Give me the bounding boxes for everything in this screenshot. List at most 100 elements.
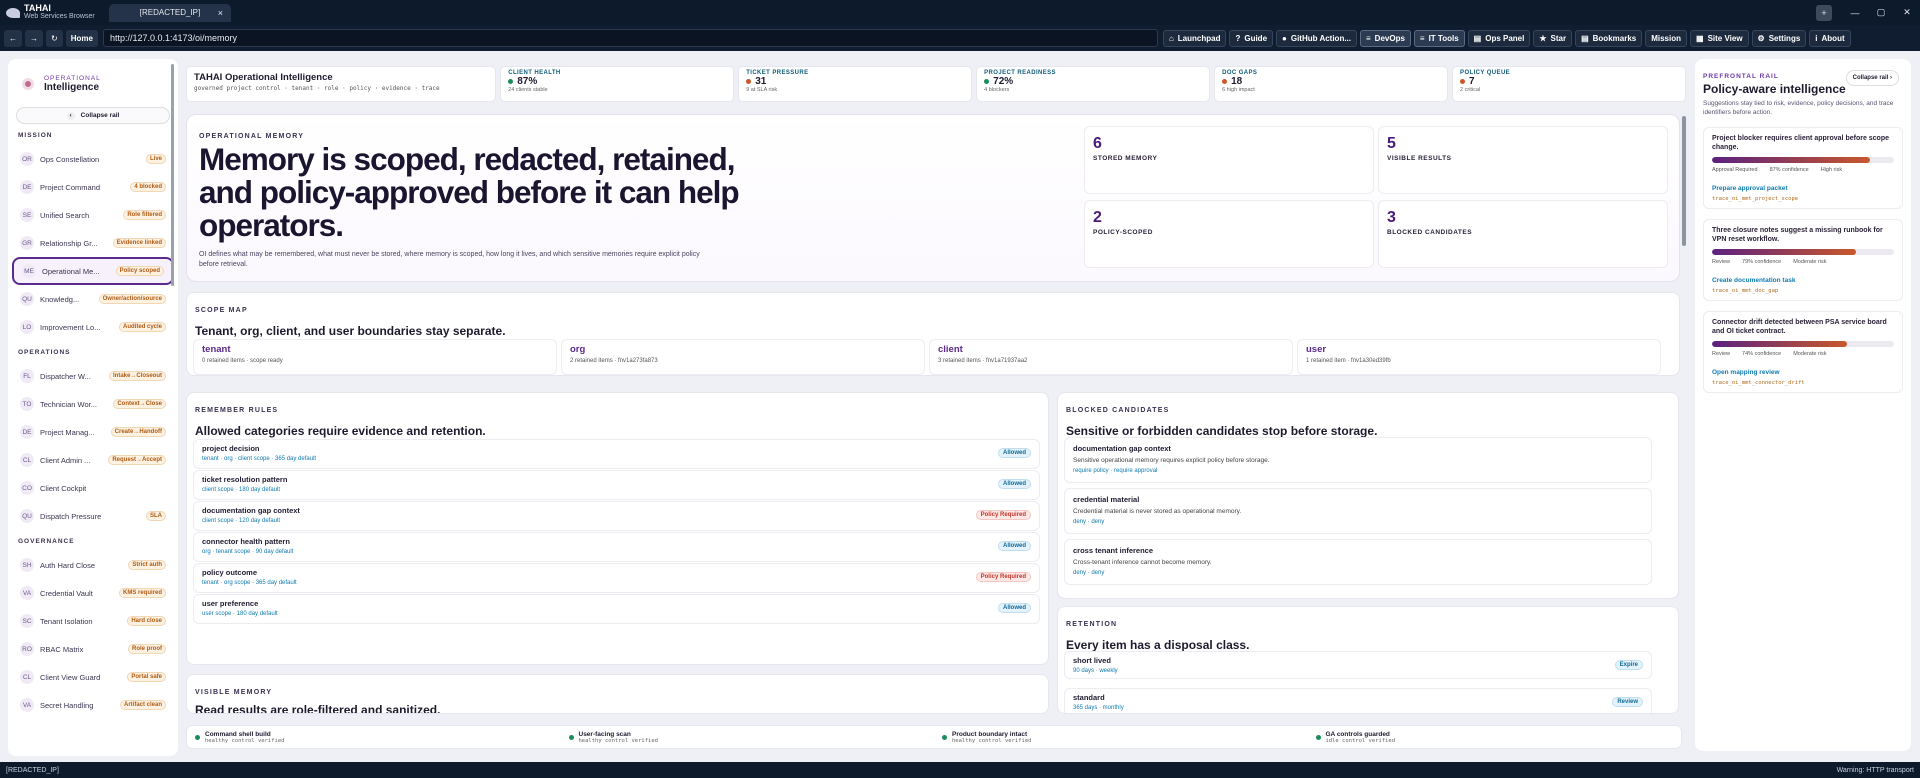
toolbar-label: IT Tools [1428, 33, 1459, 43]
sidebar-item-badge: KMS required [118, 588, 166, 598]
sidebar-item[interactable]: CL Client View Guard Portal safe [12, 663, 174, 691]
sidebar-section-title: MISSION [18, 132, 53, 139]
sidebar-item-icon: RO [20, 642, 34, 656]
toolbar-button-launchpad[interactable]: ⌂ Launchpad [1162, 29, 1227, 47]
sidebar-item[interactable]: VA Credential Vault KMS required [12, 579, 174, 607]
suggestion-title: Connector drift detected between PSA ser… [1712, 319, 1887, 335]
toolbar-button-github-action-[interactable]: ● GitHub Action... [1276, 29, 1357, 47]
rule-row[interactable]: project decision tenant · org · client sc… [193, 439, 1040, 469]
retention-row[interactable]: short lived 90 days · weekly Expire [1064, 651, 1652, 679]
toolbar-icon: ? [1235, 33, 1241, 43]
forward-button[interactable]: → [25, 29, 43, 47]
rule-row[interactable]: ticket resolution pattern client scope · … [193, 470, 1040, 500]
retention-row[interactable]: standard 365 days · monthly Review [1064, 688, 1652, 713]
rule-name: policy outcome [202, 568, 258, 577]
control-name: GA controls guarded [1325, 730, 1390, 738]
sidebar-item[interactable]: RO RBAC Matrix Role proof [12, 635, 174, 663]
retention-name: short lived [1073, 656, 1111, 665]
sidebar-item[interactable]: CO Client Cockpit [12, 474, 174, 502]
suggestion-action-link[interactable]: Create documentation task [1712, 277, 1894, 284]
sidebar-item-icon: TO [20, 397, 34, 411]
toolbar-button-site-view[interactable]: ▦ Site View [1690, 29, 1749, 47]
sidebar-item[interactable]: SC Tenant Isolation Hard close [12, 607, 174, 635]
sidebar-item-badge: Evidence linked [112, 238, 166, 248]
toolbar-icon: ★ [1539, 33, 1547, 43]
sidebar-item-label: Unified Search [40, 210, 90, 220]
browser-tab[interactable]: [REDACTED_IP] × [109, 3, 231, 22]
sidebar-item[interactable]: DE Project Manag... Create→Handoff [12, 418, 174, 446]
sidebar-item[interactable]: FL Dispatcher W... Intake→Closeout [12, 362, 174, 390]
toolbar-label: GitHub Action... [1290, 33, 1351, 43]
sidebar-item[interactable]: ME Operational Me... Policy scoped [12, 257, 174, 285]
toolbar-label: DevOps [1374, 33, 1405, 43]
new-tab-button[interactable]: + [1816, 4, 1832, 21]
toolbar-button-guide[interactable]: ? Guide [1229, 29, 1274, 47]
close-window-button[interactable]: ✕ [1894, 7, 1920, 18]
sidebar-item-badge: Portal safe [127, 672, 166, 682]
sidebar-item[interactable]: CL Client Admin ... Request→Accept [12, 446, 174, 474]
rule-name: ticket resolution pattern [202, 475, 288, 484]
kpi-card: PROJECT READINESS 72% 4 blockers [976, 66, 1211, 102]
sidebar-item[interactable]: DE Project Command 4 blocked [12, 173, 174, 201]
sidebar-item-icon: ME [22, 264, 36, 278]
blocked-candidate[interactable]: documentation gap context Sensitive opera… [1064, 437, 1652, 483]
main-scrollbar[interactable] [1682, 116, 1686, 246]
rule-row[interactable]: user preference user scope · 180 day defa… [193, 594, 1040, 624]
scope-cell-tenant[interactable]: tenant 0 retained items · scope ready [193, 339, 557, 375]
scope-cell-client[interactable]: client 3 retained items · fnv1a71937aa2 [929, 339, 1293, 375]
collapse-rail-label: Collapse rail [80, 112, 120, 119]
minimize-button[interactable]: — [1842, 8, 1868, 18]
blocked-candidate[interactable]: credential material Credential material i… [1064, 488, 1652, 534]
toolbar-icon: ● [1282, 33, 1287, 43]
sidebar-item-label: Knowledg... [40, 294, 80, 304]
kpi-subtitle: governed project control · tenant · role… [194, 85, 440, 92]
toolbar-button-mission[interactable]: Mission [1645, 29, 1687, 47]
toolbar-button-ops-panel[interactable]: ▤ Ops Panel [1467, 29, 1531, 47]
toolbar-button-bookmarks[interactable]: ▤ Bookmarks [1575, 29, 1643, 47]
meta-item: High risk [1820, 167, 1843, 173]
suggestion-action-link[interactable]: Open mapping review [1712, 369, 1894, 376]
suggestion-action-link[interactable]: Prepare approval packet [1712, 185, 1894, 192]
sidebar-item[interactable]: SH Auth Hard Close Strict auth [12, 551, 174, 579]
stat-value: 3 [1387, 209, 1396, 226]
scope-cell-user[interactable]: user 1 retained item · fnv1a30ed39fb [1297, 339, 1661, 375]
sidebar-item[interactable]: QU Knowledg... Owner/action/source [12, 285, 174, 313]
sidebar-item[interactable]: OR Ops Constellation Live [12, 145, 174, 173]
blocked-title: Sensitive or forbidden candidates stop b… [1066, 424, 1378, 438]
toolbar-button-it-tools[interactable]: ≡ IT Tools [1413, 29, 1465, 47]
candidate-reason: Cross-tenant inference cannot become mem… [1073, 559, 1212, 566]
rule-row[interactable]: documentation gap context client scope · … [193, 501, 1040, 531]
sidebar-item-label: Technician Wor... [40, 399, 97, 409]
home-button[interactable]: Home [65, 29, 98, 47]
sidebar-item[interactable]: QU Dispatch Pressure SLA [12, 502, 174, 530]
maximize-button[interactable]: ▢ [1868, 7, 1894, 18]
rule-row[interactable]: policy outcome tenant · org scope · 365 d… [193, 563, 1040, 593]
sidebar-scrollbar[interactable] [171, 64, 174, 286]
rule-row[interactable]: connector health pattern org · tenant sco… [193, 532, 1040, 562]
toolbar-button-devops[interactable]: ≡ DevOps [1360, 29, 1411, 47]
scope-name: user [1306, 344, 1327, 355]
sidebar-item-label: Dispatch Pressure [40, 511, 102, 521]
sidebar-item[interactable]: SE Unified Search Role filtered [12, 201, 174, 229]
back-button[interactable]: ← [4, 29, 22, 47]
confidence-bar [1712, 341, 1894, 347]
stat-card: 2 POLICY-SCOPED [1084, 200, 1374, 268]
sidebar-item[interactable]: LO Improvement Lo... Audited cycle [12, 313, 174, 341]
rail-collapse-button[interactable]: Collapse rail › [1845, 70, 1899, 86]
scope-detail: 3 retained items · fnv1a71937aa2 [938, 358, 1028, 364]
close-tab-icon[interactable]: × [218, 8, 223, 18]
blocked-candidate[interactable]: cross tenant inference Cross-tenant infer… [1064, 539, 1652, 585]
toolbar-button-star[interactable]: ★ Star [1533, 29, 1573, 47]
sidebar-item-badge: Policy scoped [115, 266, 164, 276]
sidebar-item[interactable]: VA Secret Handling Artifact clean [12, 691, 174, 719]
reload-button[interactable]: ↻ [46, 29, 63, 47]
sidebar-item[interactable]: TO Technician Wor... Context→Close [12, 390, 174, 418]
scope-cell-org[interactable]: org 2 retained items · fnv1a273fa873 [561, 339, 925, 375]
sidebar-item[interactable]: GR Relationship Gr... Evidence linked [12, 229, 174, 257]
toolbar-button-about[interactable]: i About [1809, 29, 1851, 47]
toolbar-button-settings[interactable]: ⚙ Settings [1751, 29, 1807, 47]
rules-kicker: REMEMBER RULES [195, 407, 279, 414]
navigation-bar: ← → ↻ Home http://127.0.0.1:4173/oi/memo… [0, 25, 1920, 51]
collapse-rail-button[interactable]: ‹ Collapse rail [16, 107, 170, 124]
address-bar[interactable]: http://127.0.0.1:4173/oi/memory [102, 29, 1158, 47]
